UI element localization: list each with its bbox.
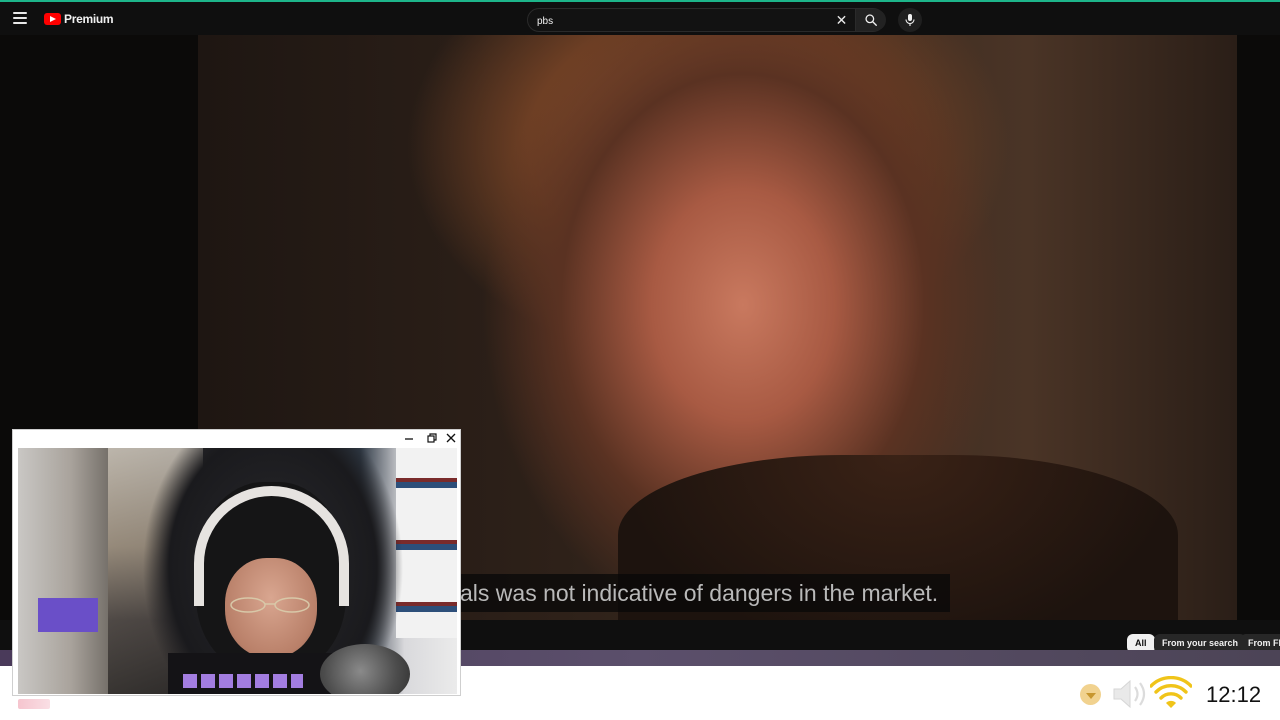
glasses [230,597,310,613]
search-input[interactable] [537,13,827,29]
webcam-titlebar[interactable] [13,430,460,448]
close-icon[interactable] [444,432,458,446]
taskbar-clock[interactable]: 12:12 [1206,682,1261,708]
clear-icon[interactable]: ✕ [834,13,849,28]
brand-label: Premium [64,12,114,26]
restore-icon[interactable] [425,432,439,446]
volume-muted-icon[interactable] [1112,678,1148,710]
search-box: ✕ [527,8,886,32]
webcam-feed [18,448,457,694]
youtube-premium-logo[interactable]: Premium [44,10,114,28]
background-object [38,598,98,632]
video-caption: als was not indicative of dangers in the… [458,574,951,612]
search-button[interactable] [855,9,886,31]
shirt-graphic [183,674,303,688]
youtube-logo-icon [44,13,61,25]
minimize-icon[interactable] [402,432,416,446]
mic-icon [905,14,915,26]
youtube-header: Premium ✕ [0,0,1280,35]
search-icon [865,14,877,26]
webcam-window[interactable] [12,429,461,696]
tray-chevron-icon[interactable] [1080,684,1101,705]
menu-icon[interactable] [13,12,27,24]
taskbar-app-thumbnail[interactable] [18,699,50,709]
wifi-icon[interactable] [1150,676,1192,710]
voice-search-button[interactable] [898,8,922,32]
